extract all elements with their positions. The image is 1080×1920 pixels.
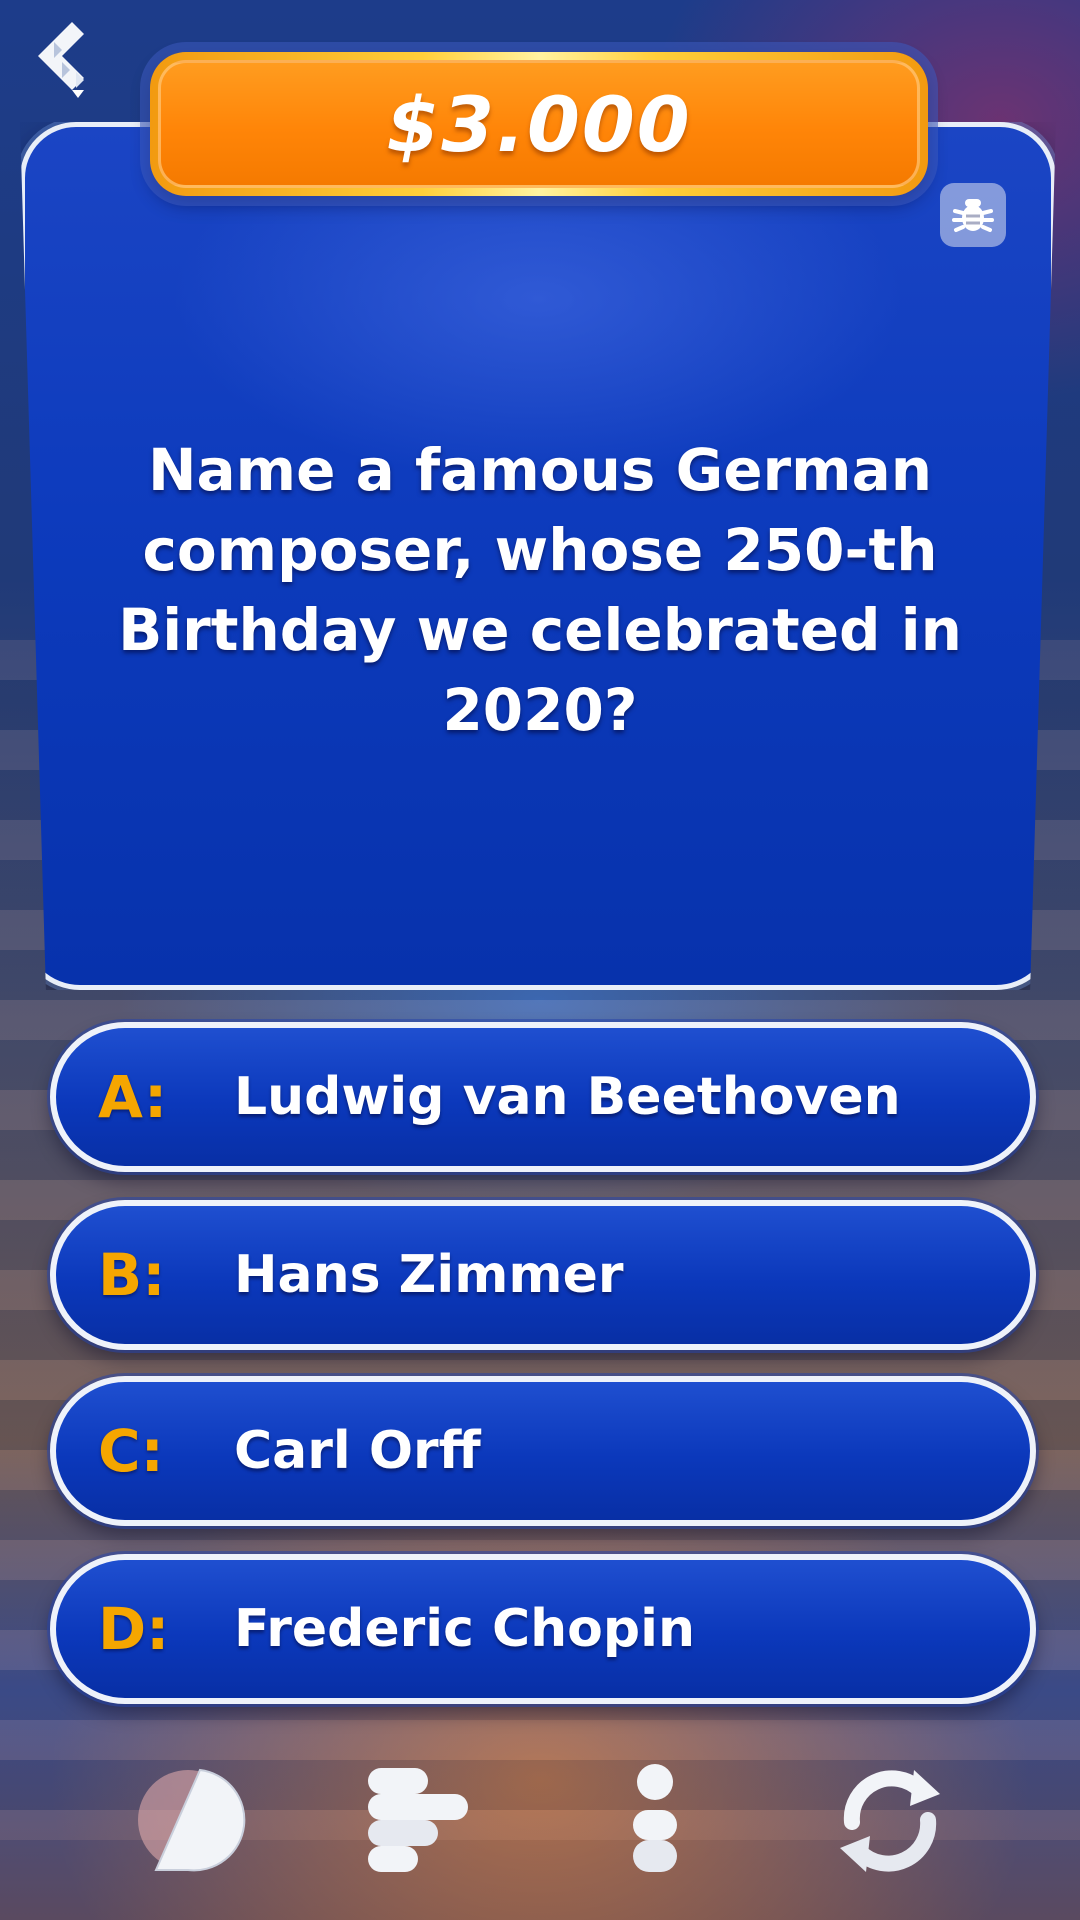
prize-plate-inner: $3.000: [158, 60, 920, 188]
prize-amount: $3.000: [386, 79, 692, 169]
answer-text: Ludwig van Beethoven: [234, 1067, 901, 1127]
answer-button-b[interactable]: B: Hans Zimmer: [50, 1200, 1036, 1350]
lifeline-ask-audience-button[interactable]: [360, 1760, 480, 1880]
lifeline-swap-question-button[interactable]: [830, 1760, 950, 1880]
back-chevron-icon: [38, 22, 84, 98]
fifty-fifty-icon: [138, 1768, 246, 1872]
answer-button-a[interactable]: A: Ludwig van Beethoven: [50, 1022, 1036, 1172]
answer-letter: C:: [98, 1417, 164, 1485]
answer-text: Carl Orff: [234, 1421, 481, 1481]
lifeline-fifty-fifty-button[interactable]: [128, 1760, 248, 1880]
back-button[interactable]: [32, 20, 92, 100]
answer-button-c[interactable]: C: Carl Orff: [50, 1376, 1036, 1526]
phone-friend-icon: [633, 1764, 677, 1872]
swap-question-icon: [840, 1770, 940, 1872]
bug-report-button[interactable]: [940, 183, 1006, 247]
answer-letter: A:: [98, 1063, 168, 1131]
answer-letter: D:: [98, 1595, 170, 1663]
answer-letter: B:: [98, 1241, 166, 1309]
answer-text: Hans Zimmer: [234, 1245, 624, 1305]
answer-text: Frederic Chopin: [234, 1599, 695, 1659]
answer-button-d[interactable]: D: Frederic Chopin: [50, 1554, 1036, 1704]
question-text: Name a famous German composer, whose 250…: [118, 436, 962, 744]
lifeline-phone-friend-button[interactable]: [595, 1760, 715, 1880]
ask-audience-icon: [368, 1768, 468, 1872]
prize-plate: $3.000: [150, 52, 928, 196]
bug-icon: [952, 199, 994, 232]
